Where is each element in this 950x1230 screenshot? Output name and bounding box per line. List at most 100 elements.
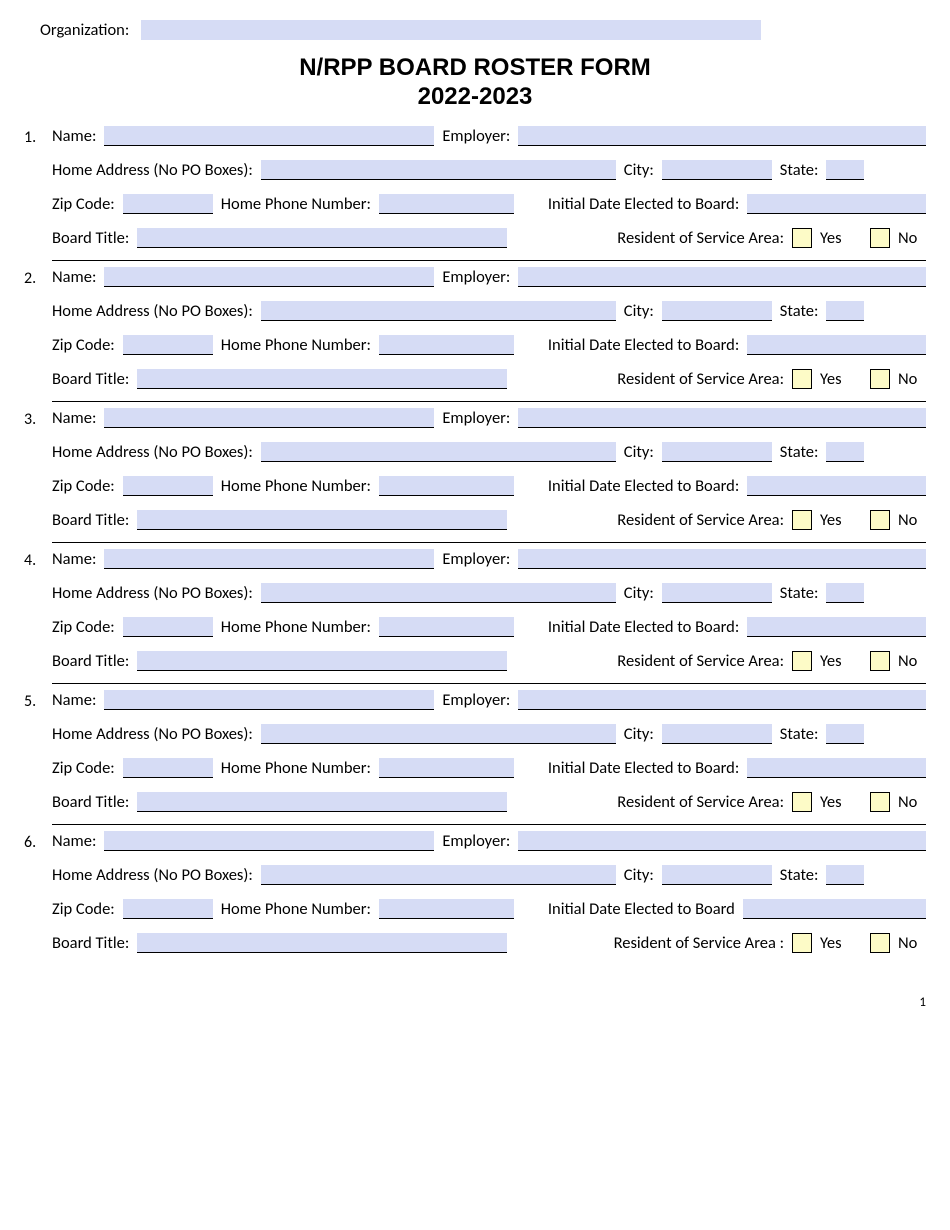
employer-input[interactable] xyxy=(518,549,926,569)
employer-label: Employer: xyxy=(442,126,510,146)
city-input[interactable] xyxy=(662,301,772,321)
employer-label: Employer: xyxy=(442,690,510,710)
employer-input[interactable] xyxy=(518,408,926,428)
employer-input[interactable] xyxy=(518,690,926,710)
resident-label: Resident of Service Area: xyxy=(617,651,784,671)
board-member-entry: 5. Name: Employer: Home Address (No PO B… xyxy=(24,690,926,825)
resident-no-checkbox[interactable] xyxy=(870,510,890,530)
zip-input[interactable] xyxy=(123,194,213,214)
phone-label: Home Phone Number: xyxy=(221,617,371,637)
entry-number: 2. xyxy=(24,267,52,402)
name-input[interactable] xyxy=(104,831,434,851)
state-input[interactable] xyxy=(826,865,864,885)
address-label: Home Address (No PO Boxes): xyxy=(52,865,253,885)
city-input[interactable] xyxy=(662,724,772,744)
resident-no-checkbox[interactable] xyxy=(870,651,890,671)
phone-label: Home Phone Number: xyxy=(221,758,371,778)
resident-no-checkbox[interactable] xyxy=(870,369,890,389)
employer-input[interactable] xyxy=(518,126,926,146)
address-input[interactable] xyxy=(261,160,616,180)
name-input[interactable] xyxy=(104,267,434,287)
resident-yes-checkbox[interactable] xyxy=(792,510,812,530)
resident-yes-checkbox[interactable] xyxy=(792,792,812,812)
page-number: 1 xyxy=(24,995,926,1010)
board-title-label: Board Title: xyxy=(52,651,129,671)
state-input[interactable] xyxy=(826,160,864,180)
employer-input[interactable] xyxy=(518,267,926,287)
state-label: State: xyxy=(780,160,819,180)
initial-date-input[interactable] xyxy=(747,617,926,637)
board-title-input[interactable] xyxy=(137,369,507,389)
state-input[interactable] xyxy=(826,301,864,321)
board-title-input[interactable] xyxy=(137,792,507,812)
city-input[interactable] xyxy=(662,583,772,603)
employer-label: Employer: xyxy=(442,549,510,569)
city-label: City: xyxy=(624,583,654,603)
organization-input[interactable] xyxy=(141,20,761,40)
initial-date-input[interactable] xyxy=(747,476,926,496)
initial-date-input[interactable] xyxy=(743,899,926,919)
city-input[interactable] xyxy=(662,160,772,180)
board-title-input[interactable] xyxy=(137,510,507,530)
board-title-label: Board Title: xyxy=(52,792,129,812)
city-label: City: xyxy=(624,442,654,462)
address-input[interactable] xyxy=(261,724,616,744)
phone-input[interactable] xyxy=(379,476,514,496)
board-member-entry: 2. Name: Employer: Home Address (No PO B… xyxy=(24,267,926,402)
yes-label: Yes xyxy=(820,369,862,389)
resident-yes-checkbox[interactable] xyxy=(792,651,812,671)
board-member-entry: 3. Name: Employer: Home Address (No PO B… xyxy=(24,408,926,543)
zip-input[interactable] xyxy=(123,476,213,496)
resident-no-checkbox[interactable] xyxy=(870,228,890,248)
address-input[interactable] xyxy=(261,583,616,603)
address-input[interactable] xyxy=(261,301,616,321)
name-input[interactable] xyxy=(104,408,434,428)
organization-label: Organization: xyxy=(40,20,129,40)
initial-date-input[interactable] xyxy=(747,335,926,355)
board-title-input[interactable] xyxy=(137,933,507,953)
yes-label: Yes xyxy=(820,651,862,671)
initial-date-label: Initial Date Elected to Board: xyxy=(548,758,739,778)
yes-label: Yes xyxy=(820,510,862,530)
state-label: State: xyxy=(780,865,819,885)
board-title-label: Board Title: xyxy=(52,933,129,953)
state-label: State: xyxy=(780,583,819,603)
zip-input[interactable] xyxy=(123,899,213,919)
zip-input[interactable] xyxy=(123,617,213,637)
address-input[interactable] xyxy=(261,865,616,885)
phone-input[interactable] xyxy=(379,335,514,355)
initial-date-input[interactable] xyxy=(747,758,926,778)
name-input[interactable] xyxy=(104,690,434,710)
board-title-input[interactable] xyxy=(137,228,507,248)
phone-input[interactable] xyxy=(379,899,514,919)
city-input[interactable] xyxy=(662,442,772,462)
entry-number: 4. xyxy=(24,549,52,684)
name-input[interactable] xyxy=(104,126,434,146)
board-title-input[interactable] xyxy=(137,651,507,671)
name-input[interactable] xyxy=(104,549,434,569)
phone-input[interactable] xyxy=(379,617,514,637)
board-member-entry: 1. Name: Employer: Home Address (No PO B… xyxy=(24,126,926,261)
title-line1: N/RPP BOARD ROSTER FORM xyxy=(24,54,926,83)
zip-input[interactable] xyxy=(123,758,213,778)
resident-yes-checkbox[interactable] xyxy=(792,369,812,389)
state-input[interactable] xyxy=(826,583,864,603)
state-input[interactable] xyxy=(826,442,864,462)
resident-no-checkbox[interactable] xyxy=(870,933,890,953)
state-label: State: xyxy=(780,724,819,744)
initial-date-label: Initial Date Elected to Board: xyxy=(548,617,739,637)
zip-input[interactable] xyxy=(123,335,213,355)
address-input[interactable] xyxy=(261,442,616,462)
employer-input[interactable] xyxy=(518,831,926,851)
no-label: No xyxy=(898,369,926,389)
phone-input[interactable] xyxy=(379,758,514,778)
phone-input[interactable] xyxy=(379,194,514,214)
resident-yes-checkbox[interactable] xyxy=(792,933,812,953)
board-title-label: Board Title: xyxy=(52,369,129,389)
initial-date-label: Initial Date Elected to Board: xyxy=(548,335,739,355)
city-input[interactable] xyxy=(662,865,772,885)
resident-no-checkbox[interactable] xyxy=(870,792,890,812)
initial-date-input[interactable] xyxy=(747,194,926,214)
resident-yes-checkbox[interactable] xyxy=(792,228,812,248)
state-input[interactable] xyxy=(826,724,864,744)
